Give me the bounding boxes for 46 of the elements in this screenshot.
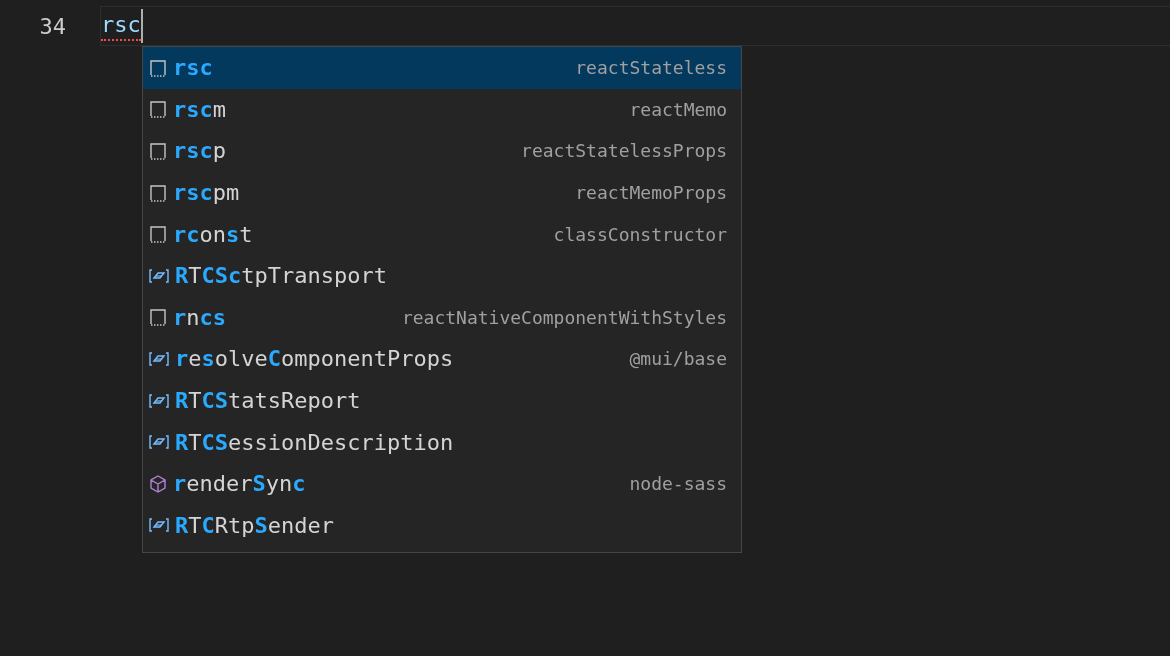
suggestion-detail: reactMemo: [629, 98, 727, 120]
suggestion-label: RTCStatsReport: [175, 388, 361, 414]
suggestion-label: rsc: [173, 55, 213, 81]
variable-icon: [149, 434, 169, 451]
suggestion-item[interactable]: rsc reactStateless: [143, 47, 741, 89]
suggestion-item[interactable]: rncs reactNativeComponentWithStyles: [143, 296, 741, 339]
suggestion-detail: classConstructor: [553, 223, 727, 245]
suggestion-item[interactable]: renderSync node-sass: [143, 462, 741, 505]
suggestion-label: rscp: [173, 138, 226, 164]
suggestion-detail: reactNativeComponentWithStyles: [401, 306, 727, 328]
variable-icon: [149, 392, 169, 409]
suggestion-label: renderSync: [173, 471, 306, 497]
variable-icon: [149, 517, 169, 534]
suggestion-detail: node-sass: [629, 473, 727, 495]
suggestion-detail: reactStatelessProps: [521, 140, 727, 162]
suggestion-item[interactable]: rscp reactStatelessProps: [143, 130, 741, 172]
snippet-icon: [149, 57, 167, 78]
line-number: 34: [38, 13, 67, 39]
suggestion-label: RTCSctpTransport: [175, 263, 387, 289]
suggestion-label: rncs: [173, 304, 226, 330]
suggestion-label: RTCSessionDescription: [175, 429, 454, 455]
variable-icon: [149, 350, 169, 367]
text-cursor: [140, 9, 143, 43]
snippet-icon: [149, 99, 167, 120]
suggestion-item[interactable]: rscpm reactMemoProps: [143, 171, 741, 214]
suggestion-item[interactable]: rscm reactMemo: [143, 88, 741, 131]
suggestion-label: rconst: [173, 221, 253, 247]
suggestion-item[interactable]: RTCSessionDescription: [143, 421, 741, 463]
suggestion-item[interactable]: resolveComponentProps @mui/base: [143, 338, 741, 380]
suggestion-label: resolveComponentProps: [175, 346, 454, 372]
suggestion-label: rscpm: [173, 180, 240, 206]
snippet-icon: [149, 224, 167, 245]
suggestion-detail: reactStateless: [575, 57, 727, 79]
snippet-icon: [149, 141, 167, 161]
cube-icon: [149, 473, 167, 494]
suggestion-item[interactable]: RTCSctpTransport: [143, 254, 741, 297]
suggestion-item[interactable]: RTCStatsReport: [143, 379, 741, 422]
suggestion-item[interactable]: RTCRtpSender: [143, 504, 741, 547]
snippet-icon: [149, 307, 167, 328]
variable-icon: [149, 267, 169, 284]
snippet-icon: [149, 182, 167, 203]
suggestion-label: rscm: [173, 96, 226, 122]
suggestion-detail: @mui/base: [629, 348, 727, 370]
suggestion-item[interactable]: rconst classConstructor: [143, 213, 741, 255]
suggestion-label: RTCRtpSender: [175, 512, 334, 538]
suggestion-detail: reactMemoProps: [575, 182, 727, 204]
